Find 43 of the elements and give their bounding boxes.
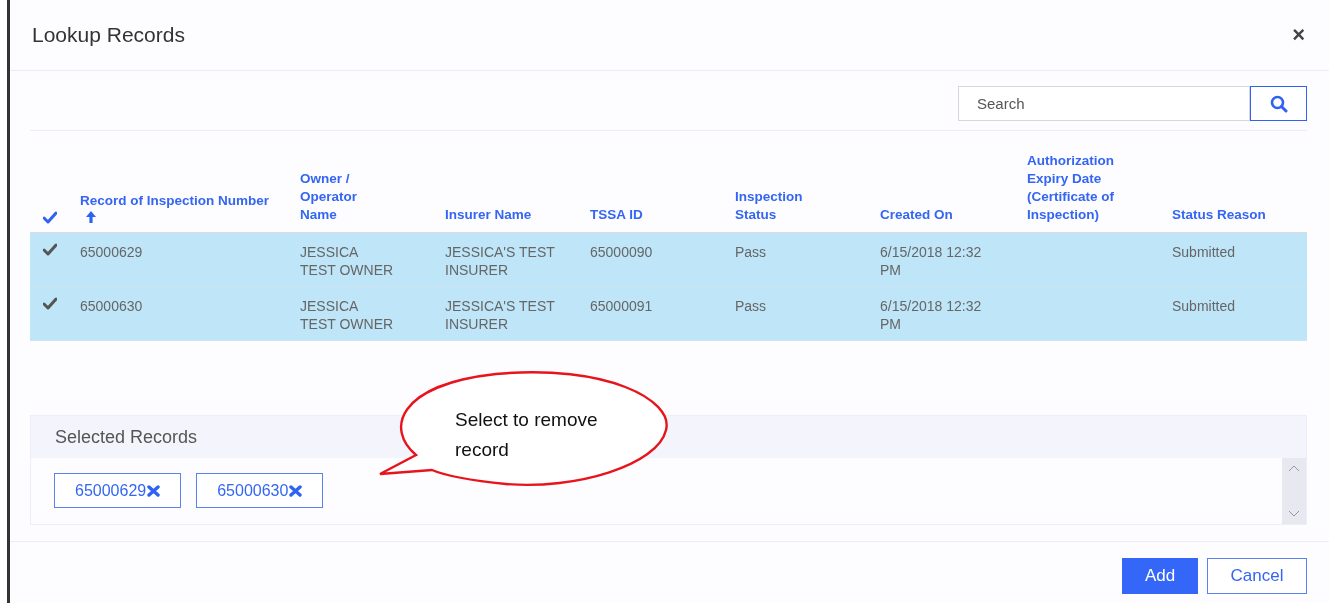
table-cell: 65000091 xyxy=(590,298,653,314)
checkmark-icon xyxy=(43,243,57,256)
select-all-checkbox[interactable] xyxy=(43,211,57,224)
table-cell: Submitted xyxy=(1172,244,1236,260)
callout-text: Select to remove record xyxy=(455,408,599,462)
column-header[interactable]: Record of Inspection Number xyxy=(80,192,300,232)
table-cell: Submitted xyxy=(1172,298,1236,314)
scroll-down-icon xyxy=(1288,510,1300,518)
checkmark-icon xyxy=(43,297,57,310)
remove-icon xyxy=(289,484,303,497)
add-button[interactable]: Add xyxy=(1122,558,1198,594)
table-cell: 65000090 xyxy=(590,244,653,260)
remove-icon xyxy=(147,484,161,497)
table-cell: 65000629 xyxy=(80,244,143,260)
close-button[interactable]: × xyxy=(1290,22,1307,48)
scroll-up-icon xyxy=(1288,464,1300,472)
search-icon xyxy=(1269,94,1288,113)
column-header[interactable]: Inspection Status xyxy=(735,188,880,232)
column-header[interactable]: Created On xyxy=(880,206,1027,232)
table-cell: Pass xyxy=(735,298,767,314)
column-header[interactable]: Status Reason xyxy=(1172,206,1307,232)
column-header[interactable]: TSSA ID xyxy=(590,206,735,232)
selected-record-chip[interactable]: 65000629 xyxy=(54,473,182,508)
selected-record-chip[interactable]: 65000630 xyxy=(196,473,324,508)
table-cell: Pass xyxy=(735,244,767,260)
column-header[interactable]: Owner / Operator Name xyxy=(300,170,445,232)
table-cell: JESSICA'S TEST INSURER xyxy=(445,298,555,332)
column-header[interactable]: Insurer Name xyxy=(445,206,590,232)
column-header[interactable]: Authorization Expiry Date (Certificate of Inspection) xyxy=(1027,152,1172,232)
scrollbar[interactable] xyxy=(1282,458,1306,524)
table-cell: JESSICA'S TEST INSURER xyxy=(445,244,555,278)
search-field[interactable]: Search xyxy=(958,86,1250,121)
table-row[interactable]: 65000630 JESSICA TEST OWNER JESSICA'S TEST INSURER 65000091 Pass 6/15/2018 12:32 PM Submitted xyxy=(30,287,1307,341)
section-title: Selected Records xyxy=(55,426,198,448)
cancel-button[interactable]: Cancel xyxy=(1207,558,1307,594)
table-cell: 6/15/2018 12:32 PM xyxy=(880,298,982,332)
dialog-title: Lookup Records xyxy=(32,23,185,47)
table-cell: 65000630 xyxy=(80,298,143,314)
table-row[interactable]: 65000629 JESSICA TEST OWNER JESSICA'S TEST INSURER 65000090 Pass 6/15/2018 12:32 PM Submitted xyxy=(30,233,1307,287)
table-cell: 6/15/2018 12:32 PM xyxy=(880,244,982,278)
search-button[interactable] xyxy=(1250,86,1307,121)
table-cell: JESSICA TEST OWNER xyxy=(300,298,394,332)
table-cell: JESSICA TEST OWNER xyxy=(300,244,394,278)
